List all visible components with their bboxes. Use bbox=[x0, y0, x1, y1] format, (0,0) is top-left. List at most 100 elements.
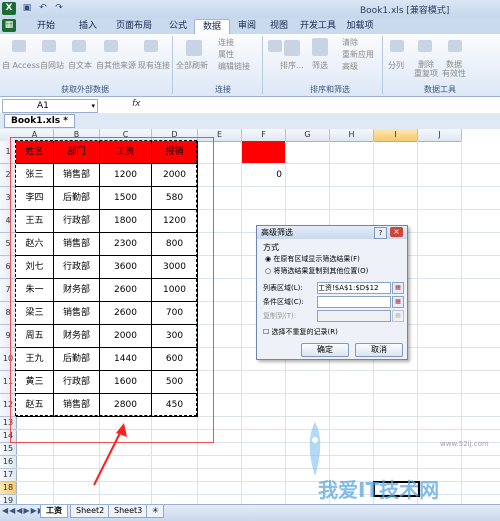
row-header[interactable]: 13 bbox=[0, 417, 17, 430]
table-cell[interactable]: 财务部 bbox=[54, 325, 100, 348]
table-cell[interactable]: 1600 bbox=[100, 371, 152, 394]
tab-insert[interactable]: 插入 bbox=[70, 19, 106, 33]
table-cell[interactable]: 2800 bbox=[100, 394, 152, 417]
table-cell[interactable]: 2000 bbox=[100, 325, 152, 348]
table-cell[interactable]: 2300 bbox=[100, 233, 152, 256]
table-cell[interactable]: 1200 bbox=[100, 164, 152, 187]
table-cell[interactable]: 450 bbox=[152, 394, 198, 417]
row-header[interactable]: 12 bbox=[0, 394, 17, 417]
table-header-cell[interactable]: 姓名 bbox=[16, 141, 54, 164]
row-header[interactable]: 2 bbox=[0, 164, 17, 187]
save-icon[interactable]: ▣ bbox=[20, 2, 34, 15]
sheet-tab-sheet3[interactable]: Sheet3 bbox=[108, 505, 149, 518]
column-header[interactable]: J bbox=[418, 129, 462, 142]
row-header[interactable]: 8 bbox=[0, 302, 17, 325]
option-copy-to[interactable]: ○ 将筛选结果复制到其他位置(O) bbox=[265, 266, 368, 276]
table-cell[interactable]: 600 bbox=[152, 348, 198, 371]
row-header[interactable]: 10 bbox=[0, 348, 17, 371]
help-icon[interactable]: ? bbox=[374, 227, 387, 239]
from-text-button[interactable]: 自文本 bbox=[68, 60, 92, 71]
row-header[interactable]: 15 bbox=[0, 443, 17, 456]
table-cell[interactable]: 赵六 bbox=[16, 233, 54, 256]
row-header[interactable]: 3 bbox=[0, 187, 17, 210]
table-cell[interactable]: 朱一 bbox=[16, 279, 54, 302]
table-cell[interactable]: 2000 bbox=[152, 164, 198, 187]
redo-icon[interactable]: ↷ bbox=[52, 2, 66, 15]
table-cell[interactable]: 1000 bbox=[152, 279, 198, 302]
table-cell[interactable]: 3600 bbox=[100, 256, 152, 279]
cell-f2-value[interactable]: 0 bbox=[242, 164, 282, 186]
chevron-down-icon[interactable]: ▾ bbox=[91, 100, 95, 112]
copy-to-input[interactable] bbox=[317, 310, 391, 322]
table-cell[interactable]: 销售部 bbox=[54, 233, 100, 256]
tab-page-layout[interactable]: 页面布局 bbox=[108, 19, 160, 33]
row-header[interactable]: 6 bbox=[0, 256, 17, 279]
collapse-dialog-icon[interactable]: ▦ bbox=[392, 310, 404, 322]
cancel-button[interactable]: 取消 bbox=[355, 343, 403, 357]
spreadsheet-grid[interactable]: ABCDEFGHIJ123456789101112131415161718192… bbox=[0, 129, 500, 504]
row-header[interactable]: 9 bbox=[0, 325, 17, 348]
table-cell[interactable]: 2600 bbox=[100, 279, 152, 302]
tab-view[interactable]: 视图 bbox=[264, 19, 294, 33]
column-header[interactable]: E bbox=[198, 129, 242, 142]
table-cell[interactable]: 后勤部 bbox=[54, 187, 100, 210]
table-cell[interactable]: 销售部 bbox=[54, 302, 100, 325]
data-validation-button[interactable]: 数据 有效性 bbox=[442, 60, 466, 78]
table-cell[interactable]: 1800 bbox=[100, 210, 152, 233]
new-sheet-icon[interactable]: ✳ bbox=[146, 505, 164, 518]
column-header[interactable]: G bbox=[286, 129, 330, 142]
from-access-button[interactable]: 自 Access bbox=[2, 60, 40, 71]
table-header-cell[interactable]: 报销 bbox=[152, 141, 198, 164]
radio-unselected-icon[interactable]: ○ bbox=[265, 267, 271, 275]
row-header[interactable]: 4 bbox=[0, 210, 17, 233]
table-cell[interactable]: 张三 bbox=[16, 164, 54, 187]
row-header[interactable]: 19 bbox=[0, 495, 17, 504]
row-header[interactable]: 18 bbox=[0, 482, 17, 495]
sheet-tab-wages[interactable]: 工资 bbox=[40, 505, 68, 518]
sort-button[interactable]: 排序... bbox=[280, 60, 304, 71]
tab-data[interactable]: 数据 bbox=[194, 19, 230, 34]
table-cell[interactable]: 800 bbox=[152, 233, 198, 256]
table-cell[interactable]: 销售部 bbox=[54, 164, 100, 187]
row-header[interactable]: 17 bbox=[0, 469, 17, 482]
tab-addins[interactable]: 加载项 bbox=[340, 19, 380, 33]
row-header[interactable]: 14 bbox=[0, 430, 17, 443]
list-range-input[interactable]: 工资!$A$1:$D$12 bbox=[317, 282, 391, 294]
table-cell[interactable]: 刘七 bbox=[16, 256, 54, 279]
table-cell[interactable]: 1440 bbox=[100, 348, 152, 371]
undo-icon[interactable]: ↶ bbox=[36, 2, 50, 15]
advanced-button[interactable]: 高级 bbox=[342, 61, 358, 72]
excel-logo-icon[interactable]: X bbox=[2, 2, 16, 15]
column-header[interactable]: I bbox=[374, 129, 418, 142]
table-cell[interactable]: 行政部 bbox=[54, 256, 100, 279]
radio-selected-icon[interactable]: ◉ bbox=[265, 255, 271, 263]
table-cell[interactable]: 2600 bbox=[100, 302, 152, 325]
table-cell[interactable]: 1200 bbox=[152, 210, 198, 233]
clear-button[interactable]: 清除 bbox=[342, 37, 358, 48]
from-other-button[interactable]: 自其他来源 bbox=[96, 60, 136, 71]
remove-duplicates-button[interactable]: 删除 重复项 bbox=[414, 60, 438, 78]
table-cell[interactable]: 王五 bbox=[16, 210, 54, 233]
table-cell[interactable]: 财务部 bbox=[54, 279, 100, 302]
sheet-nav-arrows-icon[interactable]: ◀◀◀▶▶▶ bbox=[2, 506, 45, 515]
table-cell[interactable]: 580 bbox=[152, 187, 198, 210]
row-header[interactable]: 11 bbox=[0, 371, 17, 394]
table-cell[interactable]: 700 bbox=[152, 302, 198, 325]
row-header[interactable]: 16 bbox=[0, 456, 17, 469]
reapply-button[interactable]: 重新应用 bbox=[342, 49, 374, 60]
existing-connections-button[interactable]: 现有连接 bbox=[138, 60, 170, 71]
name-box[interactable]: A1 ▾ bbox=[2, 99, 98, 113]
table-cell[interactable]: 行政部 bbox=[54, 371, 100, 394]
text-to-columns-button[interactable]: 分列 bbox=[388, 60, 404, 71]
tab-developer[interactable]: 开发工具 bbox=[296, 19, 340, 33]
row-header[interactable]: 1 bbox=[0, 141, 17, 164]
criteria-header-cell[interactable] bbox=[242, 141, 285, 163]
from-web-button[interactable]: 自网站 bbox=[40, 60, 64, 71]
office-button-icon[interactable]: ▦ bbox=[2, 19, 16, 32]
table-cell[interactable]: 1500 bbox=[100, 187, 152, 210]
row-header[interactable]: 5 bbox=[0, 233, 17, 256]
table-header-cell[interactable]: 工资 bbox=[100, 141, 152, 164]
filter-button[interactable]: 筛选 bbox=[312, 60, 328, 71]
edit-links-button[interactable]: 编辑链接 bbox=[218, 61, 250, 72]
table-cell[interactable]: 周五 bbox=[16, 325, 54, 348]
